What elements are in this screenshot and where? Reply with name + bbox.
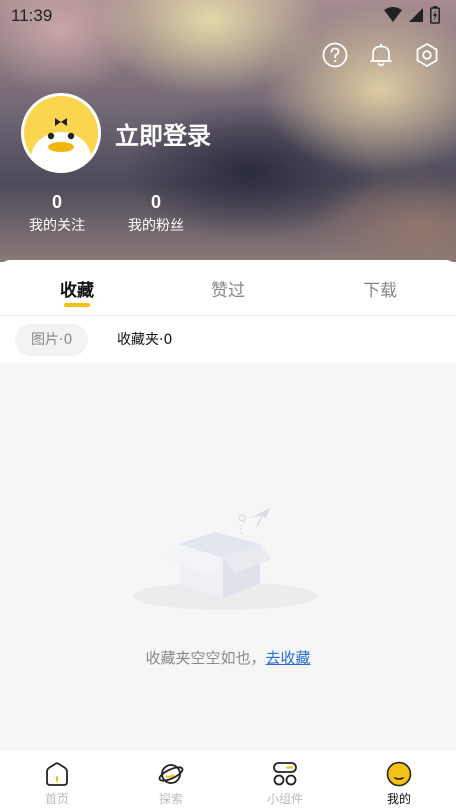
tab-liked[interactable]: 赞过 — [178, 276, 278, 301]
bell-icon[interactable] — [368, 42, 394, 68]
wifi-icon — [384, 7, 402, 27]
nav-home-label: 首页 — [44, 792, 69, 806]
following-label: 我的关注 — [29, 218, 85, 234]
battery-icon — [430, 6, 440, 28]
tab-downloads[interactable]: 下载 — [330, 276, 430, 301]
go-collect-link[interactable]: 去收藏 — [266, 649, 311, 667]
empty-message-text: 收藏夹空空如也， — [145, 649, 266, 667]
followers-stat[interactable]: 0 我的粉丝 — [106, 192, 206, 235]
followers-count: 0 — [150, 192, 161, 212]
empty-state: 收藏夹空空如也，去收藏 — [0, 363, 456, 749]
profile-icon — [385, 760, 413, 788]
home-icon — [43, 760, 71, 788]
content-card: 收藏 赞过 下载 图片·0 收藏夹·0 — [0, 260, 456, 363]
status-bar: 11:39 — [0, 0, 456, 32]
widgets-icon — [271, 760, 299, 788]
profile-header: 11:39 立即登录 0 我的关注 0 我的粉丝 — [0, 0, 456, 262]
subtab-bar: 图片·0 收藏夹·0 — [0, 324, 456, 358]
nav-explore-label: 探索 — [158, 792, 183, 806]
nav-explore[interactable]: 探索 — [131, 760, 211, 807]
subtab-folders[interactable]: 收藏夹·0 — [101, 324, 188, 356]
login-link[interactable]: 立即登录 — [115, 116, 211, 151]
duck-avatar-icon — [24, 96, 98, 170]
empty-box-icon — [120, 496, 330, 620]
active-tab-indicator — [64, 303, 90, 307]
nav-widgets-label: 小组件 — [266, 792, 303, 806]
followers-label: 我的粉丝 — [128, 218, 184, 234]
settings-icon[interactable] — [414, 42, 440, 68]
status-time: 11:39 — [11, 6, 53, 25]
empty-message: 收藏夹空空如也，去收藏 — [0, 647, 456, 668]
subtab-images[interactable]: 图片·0 — [15, 324, 89, 356]
help-icon[interactable] — [322, 42, 348, 68]
following-count: 0 — [51, 192, 62, 212]
tab-bar: 收藏 赞过 下载 — [0, 260, 456, 316]
bottom-nav: 首页 探索 小组件 我的 — [0, 749, 456, 811]
following-stat[interactable]: 0 我的关注 — [7, 192, 107, 235]
nav-home[interactable]: 首页 — [17, 760, 97, 807]
nav-profile-label: 我的 — [386, 792, 411, 806]
planet-icon — [157, 760, 185, 788]
nav-widgets[interactable]: 小组件 — [245, 760, 325, 807]
signal-icon — [408, 7, 424, 27]
tab-favorites[interactable]: 收藏 — [27, 276, 127, 301]
avatar[interactable] — [21, 93, 101, 173]
nav-profile[interactable]: 我的 — [359, 760, 439, 807]
